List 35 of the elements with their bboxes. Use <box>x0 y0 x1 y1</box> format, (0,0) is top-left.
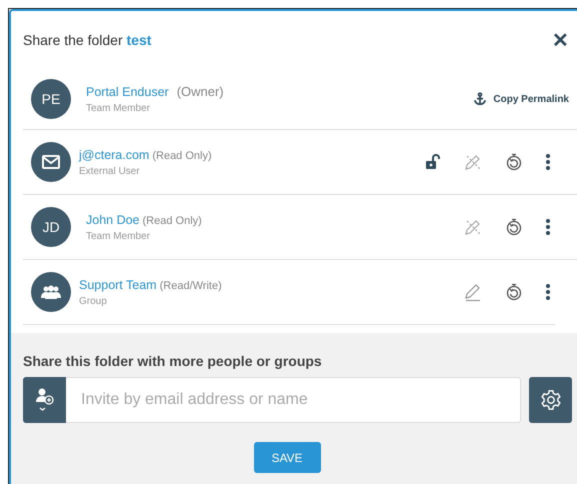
unlocked-padlock-icon[interactable] <box>425 154 441 170</box>
user-role: (Read/Write) <box>160 280 222 292</box>
user-type: Group <box>79 296 108 306</box>
timer-icon[interactable] <box>505 283 523 301</box>
timer-icon[interactable] <box>505 153 523 171</box>
user-name[interactable]: j@ctera.com <box>79 148 150 162</box>
more-icon[interactable] <box>545 283 551 301</box>
user-type: External User <box>79 166 141 176</box>
save-button[interactable]: SAVE <box>254 442 320 473</box>
user-name[interactable]: Support Team <box>79 278 157 292</box>
avatar: PE <box>31 79 71 119</box>
user-name[interactable]: John Doe <box>86 212 140 226</box>
user-role: (Owner) <box>176 84 224 99</box>
dialog-title: Share the folder test <box>23 32 152 48</box>
user-type: Team Member <box>86 230 151 242</box>
more-icon[interactable] <box>545 153 551 171</box>
settings-button[interactable] <box>529 377 572 423</box>
avatar: JD <box>31 207 71 247</box>
envelope-avatar <box>31 142 71 182</box>
more-icon[interactable] <box>545 218 551 236</box>
user-name[interactable]: Portal Enduser <box>86 85 169 99</box>
user-role: (Read Only) <box>152 150 212 162</box>
share-heading: Share this folder with more people or groups <box>23 353 323 369</box>
add-person-icon <box>34 387 54 413</box>
anchor-icon <box>473 92 488 106</box>
close-button[interactable]: ✕ <box>550 28 571 52</box>
copy-permalink-button[interactable]: Copy Permalink <box>473 92 569 106</box>
pencil-icon[interactable] <box>463 282 483 302</box>
add-person-button[interactable] <box>23 377 66 423</box>
user-type: Team Member <box>86 103 151 114</box>
invite-field[interactable]: Invite by email address or name <box>66 377 521 423</box>
user-role: (Read Only) <box>142 214 202 226</box>
timer-icon[interactable] <box>505 218 523 236</box>
settings-icon <box>540 389 562 411</box>
group-avatar <box>31 272 71 312</box>
